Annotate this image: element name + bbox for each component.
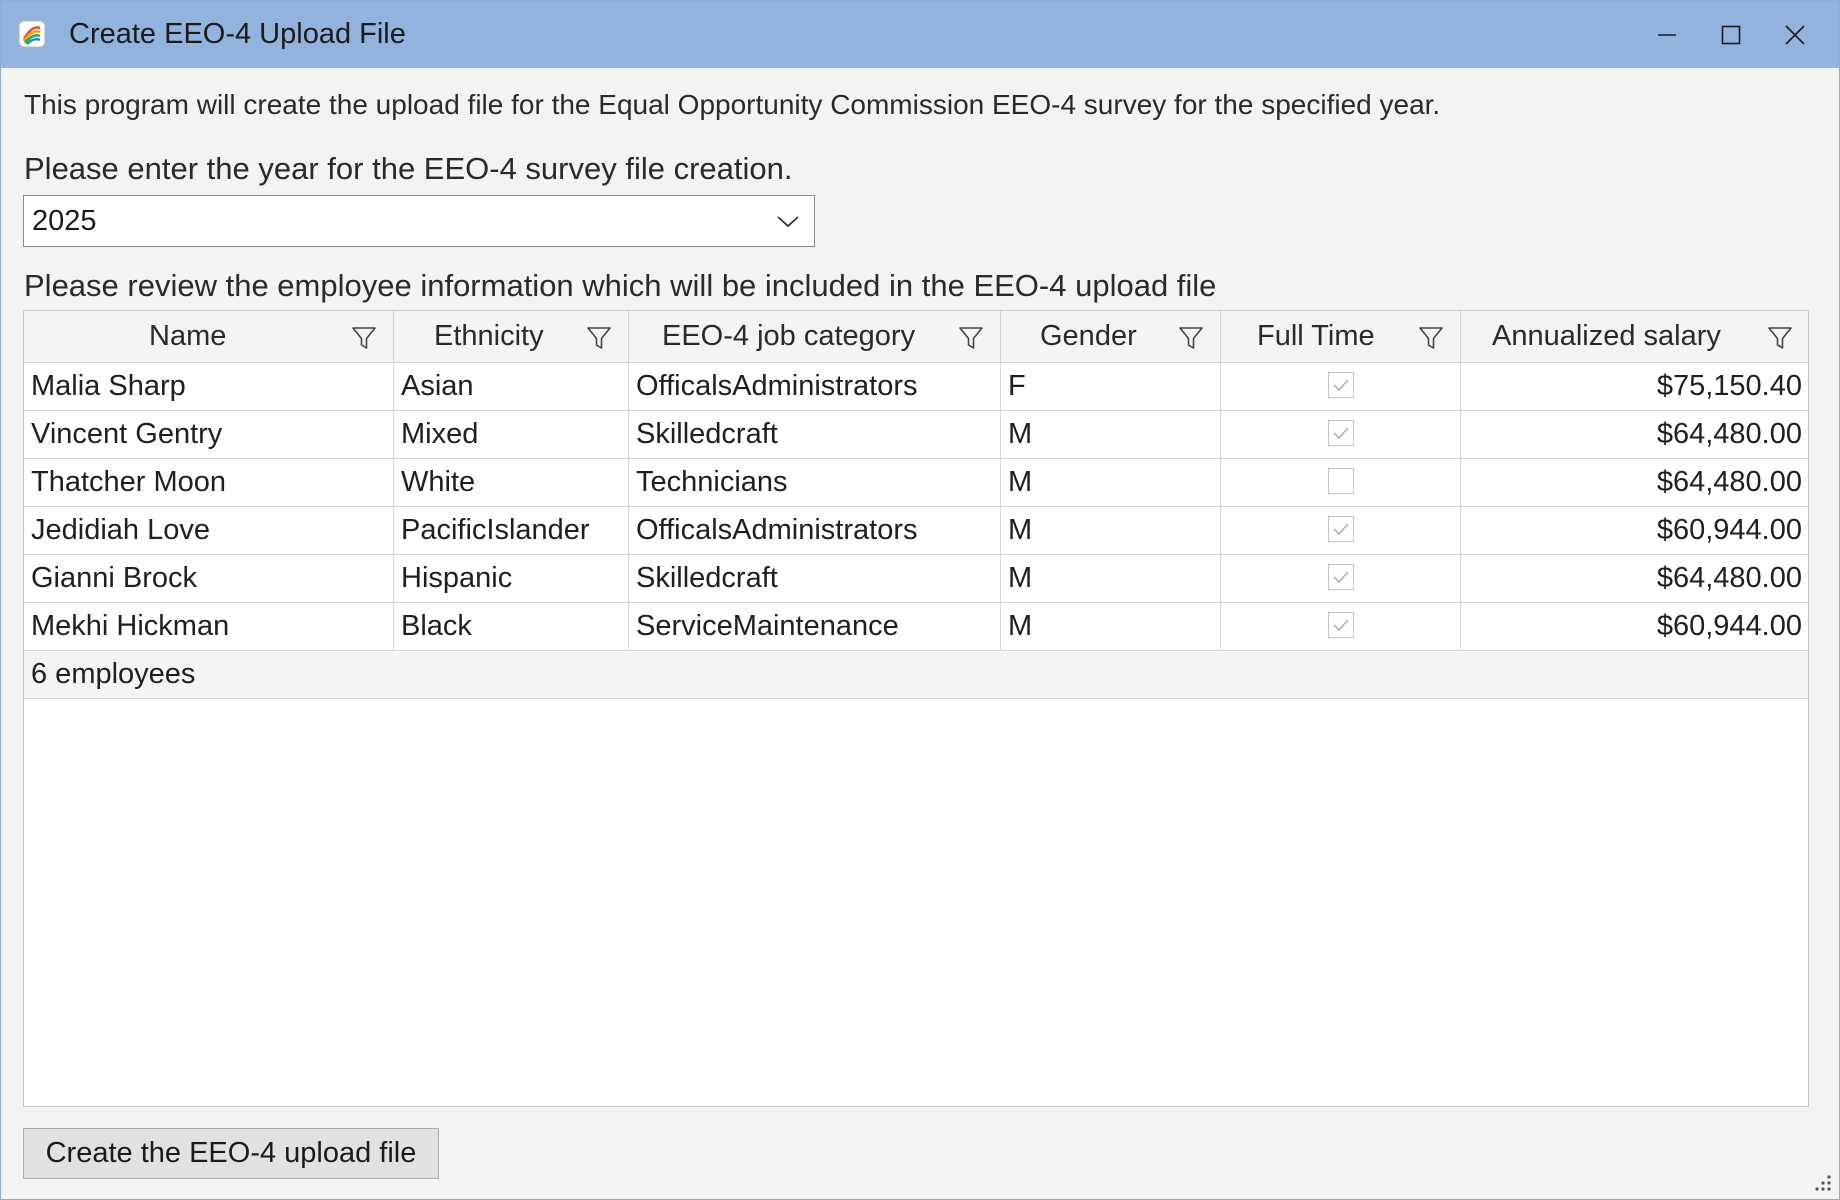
maximize-button[interactable] bbox=[1699, 1, 1763, 68]
cell-name[interactable]: Jedidiah Love bbox=[24, 507, 394, 554]
cell-gender[interactable]: M bbox=[1001, 603, 1221, 650]
column-header-label: Annualized salary bbox=[1492, 320, 1721, 352]
table-row[interactable]: Thatcher Moon White Technicians M $64,480.00 bbox=[24, 459, 1808, 507]
cell-name[interactable]: Thatcher Moon bbox=[24, 459, 394, 506]
cell-full-time[interactable] bbox=[1221, 459, 1461, 506]
filter-icon[interactable] bbox=[1178, 325, 1204, 351]
employee-grid[interactable]: Name Ethnicity EEO-4 job category Gender… bbox=[23, 310, 1809, 1107]
cell-salary[interactable]: $75,150.40 bbox=[1461, 363, 1809, 410]
cell-full-time[interactable] bbox=[1221, 507, 1461, 554]
column-header-name[interactable]: Name bbox=[24, 311, 394, 362]
column-header-salary[interactable]: Annualized salary bbox=[1461, 311, 1809, 362]
cell-category[interactable]: Skilledcraft bbox=[629, 411, 1001, 458]
cell-category[interactable]: Technicians bbox=[629, 459, 1001, 506]
checkmark-icon bbox=[1332, 379, 1349, 392]
cell-ethnicity[interactable]: Hispanic bbox=[394, 555, 629, 602]
cell-full-time[interactable] bbox=[1221, 411, 1461, 458]
close-button[interactable] bbox=[1763, 1, 1827, 68]
cell-gender[interactable]: M bbox=[1001, 411, 1221, 458]
minimize-button[interactable] bbox=[1635, 1, 1699, 68]
grid-header: Name Ethnicity EEO-4 job category Gender… bbox=[24, 311, 1808, 363]
full-time-checkbox[interactable] bbox=[1327, 468, 1354, 495]
review-label: Please review the employee information w… bbox=[24, 268, 1217, 303]
full-time-checkbox[interactable] bbox=[1327, 372, 1354, 399]
cell-category[interactable]: OfficalsAdministrators bbox=[629, 507, 1001, 554]
chevron-down-icon bbox=[777, 216, 799, 228]
cell-gender[interactable]: M bbox=[1001, 459, 1221, 506]
table-row[interactable]: Gianni Brock Hispanic Skilledcraft M $64,480… bbox=[24, 555, 1808, 603]
checkmark-icon bbox=[1332, 523, 1349, 536]
employee-count: 6 employees bbox=[31, 658, 196, 690]
cell-salary[interactable]: $64,480.00 bbox=[1461, 555, 1809, 602]
year-value: 2025 bbox=[32, 205, 97, 237]
cell-full-time[interactable] bbox=[1221, 555, 1461, 602]
maximize-icon bbox=[1721, 25, 1741, 44]
create-upload-file-button[interactable]: Create the EEO-4 upload file bbox=[23, 1128, 439, 1179]
column-header-full-time[interactable]: Full Time bbox=[1221, 311, 1461, 362]
cell-ethnicity[interactable]: PacificIslander bbox=[394, 507, 629, 554]
cell-full-time[interactable] bbox=[1221, 363, 1461, 410]
cell-salary[interactable]: $60,944.00 bbox=[1461, 603, 1809, 650]
app-icon bbox=[18, 20, 46, 48]
column-header-ethnicity[interactable]: Ethnicity bbox=[394, 311, 629, 362]
cell-ethnicity[interactable]: Black bbox=[394, 603, 629, 650]
filter-icon[interactable] bbox=[351, 325, 377, 351]
cell-name[interactable]: Mekhi Hickman bbox=[24, 603, 394, 650]
column-header-label: Full Time bbox=[1257, 320, 1375, 352]
cell-salary[interactable]: $64,480.00 bbox=[1461, 459, 1809, 506]
cell-category[interactable]: OfficalsAdministrators bbox=[629, 363, 1001, 410]
filter-icon[interactable] bbox=[1418, 325, 1444, 351]
cell-gender[interactable]: M bbox=[1001, 555, 1221, 602]
full-time-checkbox[interactable] bbox=[1327, 420, 1354, 447]
checkmark-icon bbox=[1332, 571, 1349, 584]
cell-category[interactable]: Skilledcraft bbox=[629, 555, 1001, 602]
title-bar[interactable]: Create EEO-4 Upload File bbox=[1, 1, 1839, 68]
minimize-icon bbox=[1658, 33, 1676, 36]
grid-footer: 6 employees bbox=[24, 651, 1808, 699]
table-row[interactable]: Mekhi Hickman Black ServiceMaintenance M $60… bbox=[24, 603, 1808, 651]
filter-icon[interactable] bbox=[958, 325, 984, 351]
column-header-gender[interactable]: Gender bbox=[1001, 311, 1221, 362]
cell-gender[interactable]: F bbox=[1001, 363, 1221, 410]
table-row[interactable]: Malia Sharp Asian OfficalsAdministrators F $… bbox=[24, 363, 1808, 411]
full-time-checkbox[interactable] bbox=[1327, 564, 1354, 591]
cell-name[interactable]: Gianni Brock bbox=[24, 555, 394, 602]
table-row[interactable]: Vincent Gentry Mixed Skilledcraft M $64,480.… bbox=[24, 411, 1808, 459]
resize-grip-icon[interactable] bbox=[1809, 1169, 1833, 1193]
filter-icon[interactable] bbox=[586, 325, 612, 351]
close-icon bbox=[1785, 24, 1805, 45]
full-time-checkbox[interactable] bbox=[1327, 516, 1354, 543]
table-row[interactable]: Jedidiah Love PacificIslander OfficalsAdmi… bbox=[24, 507, 1808, 555]
filter-icon[interactable] bbox=[1767, 325, 1793, 351]
full-time-checkbox[interactable] bbox=[1327, 612, 1354, 639]
column-header-label: Ethnicity bbox=[434, 320, 544, 352]
cell-name[interactable]: Vincent Gentry bbox=[24, 411, 394, 458]
cell-ethnicity[interactable]: White bbox=[394, 459, 629, 506]
checkmark-icon bbox=[1332, 427, 1349, 440]
cell-ethnicity[interactable]: Asian bbox=[394, 363, 629, 410]
checkmark-icon bbox=[1332, 619, 1349, 632]
column-header-label: Name bbox=[149, 320, 227, 352]
cell-salary[interactable]: $60,944.00 bbox=[1461, 507, 1809, 554]
cell-gender[interactable]: M bbox=[1001, 507, 1221, 554]
column-header-label: EEO-4 job category bbox=[662, 320, 916, 352]
cell-full-time[interactable] bbox=[1221, 603, 1461, 650]
intro-text: This program will create the upload file… bbox=[24, 89, 1441, 120]
cell-category[interactable]: ServiceMaintenance bbox=[629, 603, 1001, 650]
year-dropdown[interactable]: 2025 bbox=[23, 195, 815, 247]
column-header-job-category[interactable]: EEO-4 job category bbox=[629, 311, 1001, 362]
cell-ethnicity[interactable]: Mixed bbox=[394, 411, 629, 458]
window-title: Create EEO-4 Upload File bbox=[69, 18, 406, 50]
year-label: Please enter the year for the EEO-4 surv… bbox=[24, 151, 793, 186]
cell-salary[interactable]: $64,480.00 bbox=[1461, 411, 1809, 458]
dialog-window: Create EEO-4 Upload File This program wi… bbox=[0, 0, 1840, 1200]
cell-name[interactable]: Malia Sharp bbox=[24, 363, 394, 410]
column-header-label: Gender bbox=[1040, 320, 1137, 352]
